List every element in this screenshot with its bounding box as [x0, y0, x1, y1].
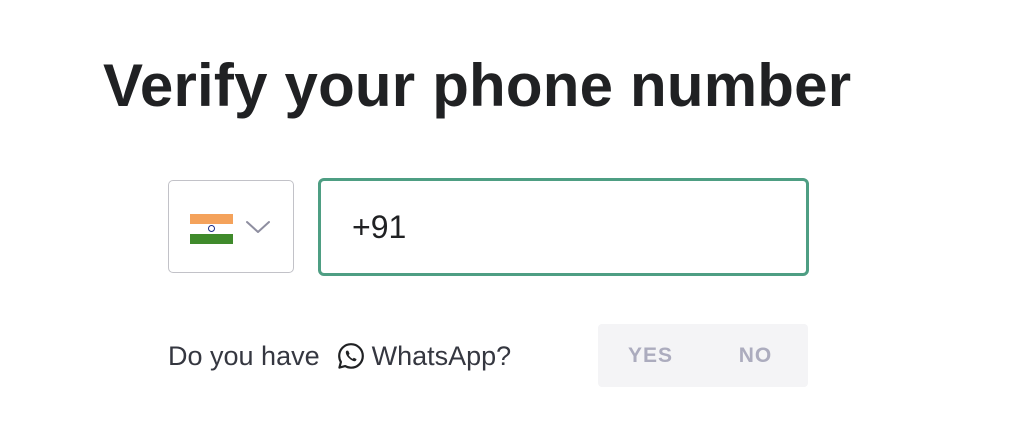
whatsapp-question-suffix: WhatsApp?	[371, 340, 512, 371]
whatsapp-question: Do you have WhatsApp?	[168, 336, 511, 376]
page-title: Verify your phone number	[103, 52, 852, 119]
whatsapp-yes-no-toggle: YES NO	[598, 324, 808, 387]
whatsapp-icon	[337, 343, 364, 369]
india-flag-icon	[190, 214, 233, 244]
whatsapp-question-prefix: Do you have	[168, 340, 320, 371]
country-code-select[interactable]	[168, 180, 294, 273]
yes-button[interactable]: YES	[598, 324, 703, 387]
no-button[interactable]: NO	[703, 324, 808, 387]
phone-number-input[interactable]	[318, 178, 809, 276]
chevron-down-icon	[246, 221, 270, 233]
